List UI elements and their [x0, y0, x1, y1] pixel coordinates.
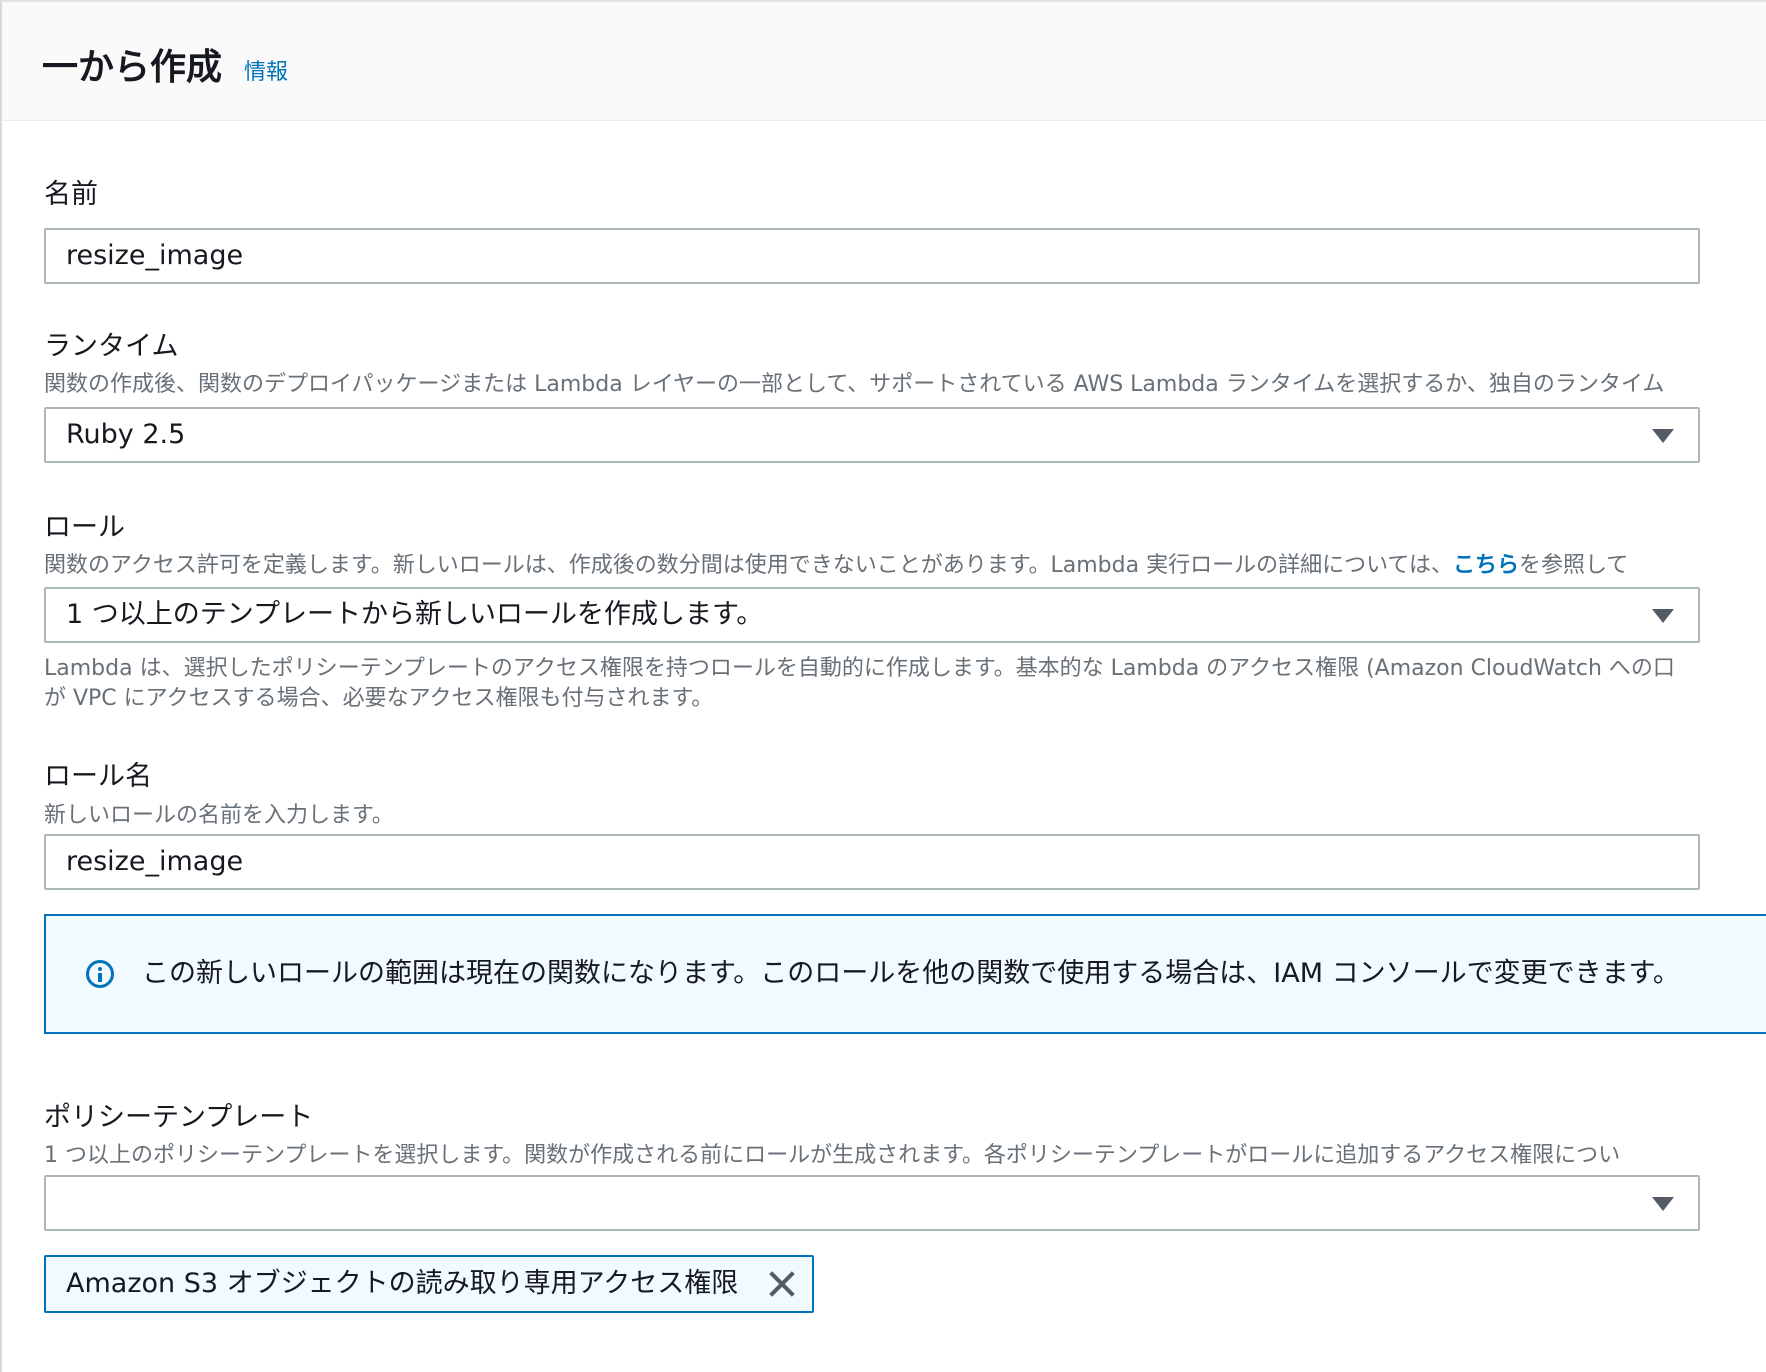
- panel-header: 一から作成 情報: [2, 2, 1766, 121]
- alert-message: この新しいロールの範囲は現在の関数になります。このロールを他の関数で使用する場合…: [142, 958, 1680, 989]
- role-name-input[interactable]: resize_image: [44, 834, 1700, 890]
- role-details-link[interactable]: こちら: [1453, 553, 1519, 578]
- create-from-scratch-panel: 一から作成 情報 名前 resize_image ランタイム 関数の作成後、関数…: [0, 0, 1766, 1372]
- runtime-select[interactable]: Ruby 2.5: [44, 407, 1700, 463]
- policy-templates-label: ポリシーテンプレート: [44, 1102, 314, 1133]
- role-description-tail: を参照して: [1519, 553, 1629, 578]
- panel-title: 一から作成: [42, 47, 223, 88]
- role-name-value: resize_image: [66, 846, 244, 877]
- function-name-input[interactable]: resize_image: [44, 228, 1700, 284]
- policy-templates-select[interactable]: [44, 1175, 1700, 1231]
- function-name-value: resize_image: [66, 240, 244, 271]
- role-description-text: 関数のアクセス許可を定義します。新しいロールは、作成後の数分間は使用できないこと…: [44, 553, 1453, 578]
- role-note-line-2: が VPC にアクセスする場合、必要なアクセス権限も付与されます。: [44, 686, 714, 711]
- role-label: ロール: [44, 512, 125, 543]
- selected-policy-token: Amazon S3 オブジェクトの読み取り専用アクセス権限: [44, 1255, 814, 1313]
- info-link[interactable]: 情報: [244, 54, 288, 86]
- role-select[interactable]: 1 つ以上のテンプレートから新しいロールを作成します。: [44, 587, 1700, 643]
- role-selected-value: 1 つ以上のテンプレートから新しいロールを作成します。: [66, 599, 764, 630]
- policy-token-label: Amazon S3 オブジェクトの読み取り専用アクセス権限: [66, 1268, 739, 1299]
- role-name-label: ロール名: [44, 761, 152, 792]
- close-icon[interactable]: [768, 1270, 796, 1298]
- info-icon: [86, 960, 114, 988]
- caret-down-icon: [1652, 429, 1674, 443]
- role-description: 関数のアクセス許可を定義します。新しいロールは、作成後の数分間は使用できないこと…: [44, 547, 1766, 579]
- caret-down-icon: [1652, 609, 1674, 623]
- runtime-label: ランタイム: [44, 331, 179, 362]
- role-name-description: 新しいロールの名前を入力します。: [44, 803, 394, 828]
- runtime-description: 関数の作成後、関数のデプロイパッケージまたは Lambda レイヤーの一部として…: [44, 372, 1665, 397]
- role-note-line-1: Lambda は、選択したポリシーテンプレートのアクセス権限を持つロールを自動的…: [44, 656, 1675, 681]
- runtime-selected-value: Ruby 2.5: [66, 419, 186, 450]
- name-label: 名前: [44, 179, 98, 210]
- caret-down-icon: [1652, 1197, 1674, 1211]
- policy-templates-description: 1 つ以上のポリシーテンプレートを選択します。関数が作成される前にロールが生成さ…: [44, 1143, 1621, 1168]
- info-alert: この新しいロールの範囲は現在の関数になります。このロールを他の関数で使用する場合…: [44, 914, 1766, 1034]
